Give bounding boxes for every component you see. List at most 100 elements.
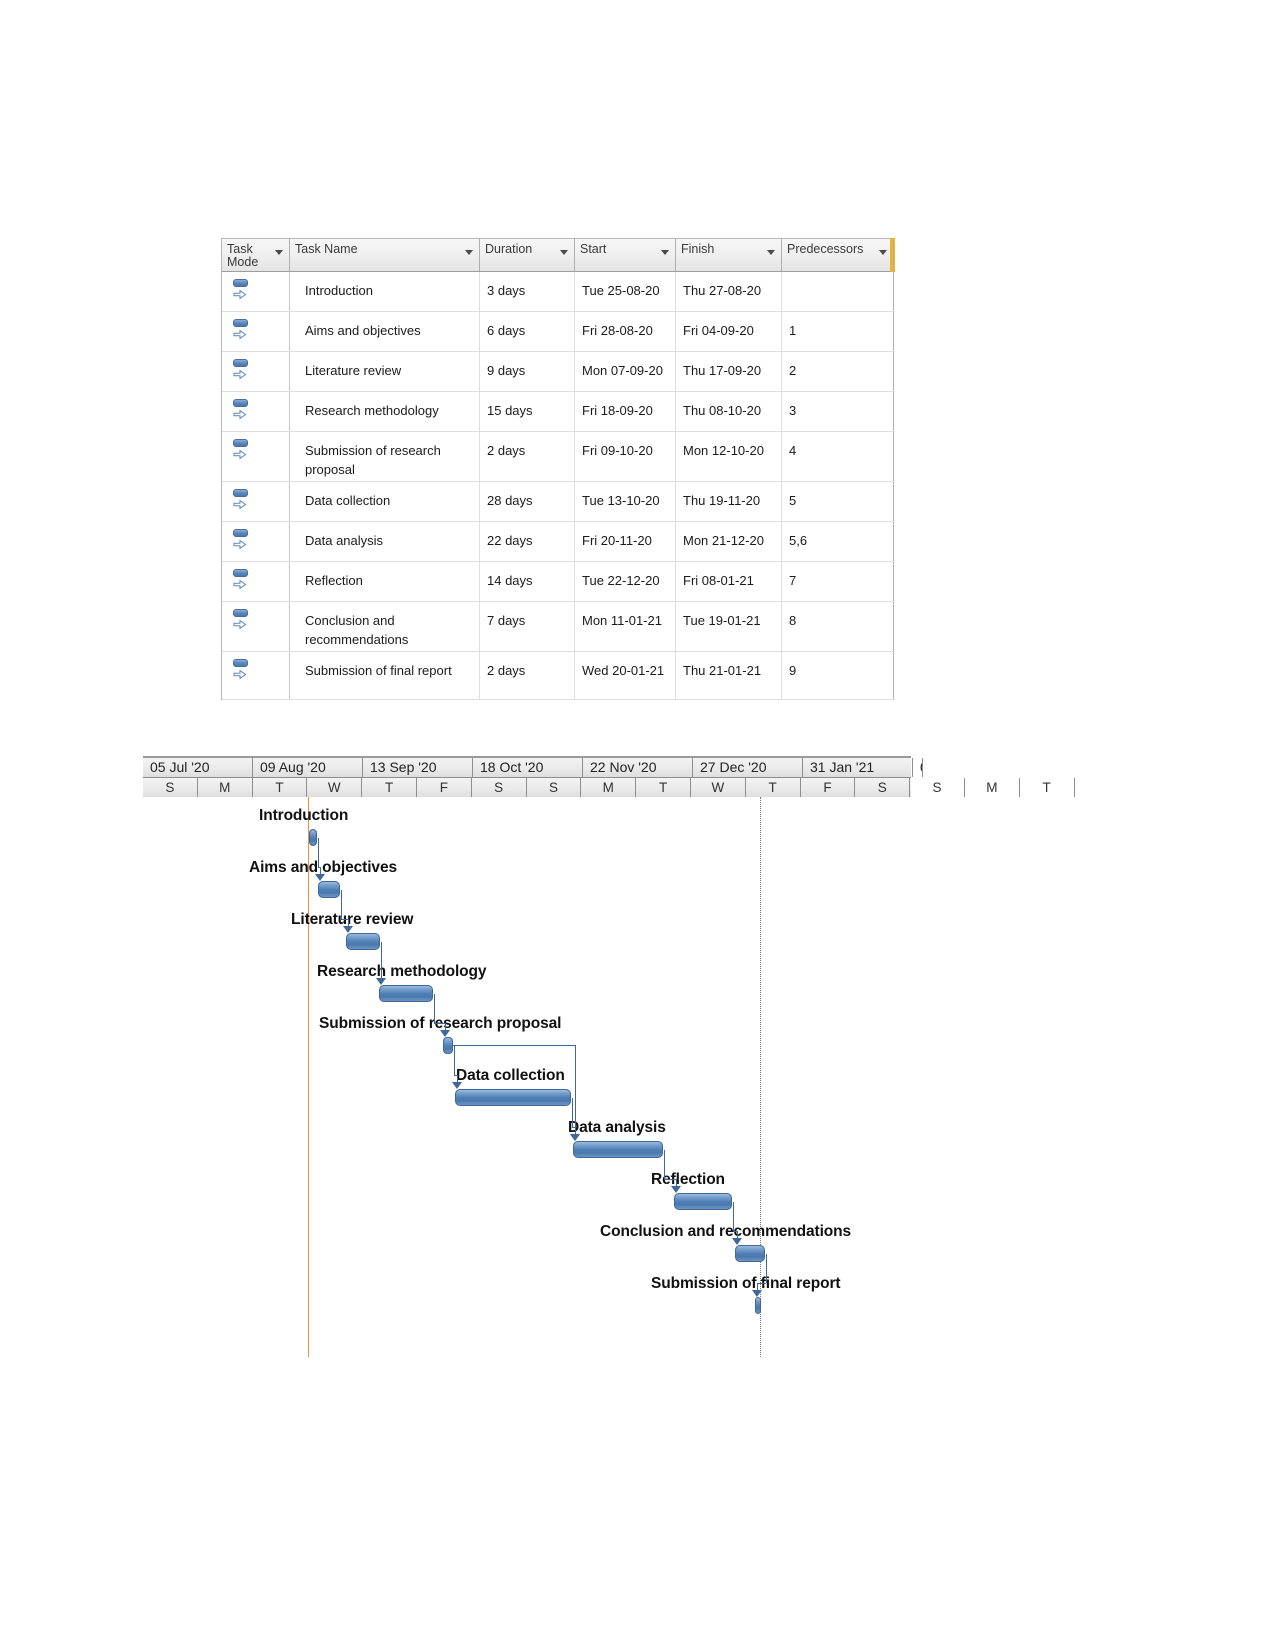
cell-finish[interactable]: Thu 19-11-20 (676, 482, 782, 521)
cell-task-mode[interactable] (222, 352, 290, 391)
gantt-bar[interactable] (379, 985, 433, 1002)
cell-finish[interactable]: Fri 08-01-21 (676, 562, 782, 601)
cell-start[interactable]: Mon 07-09-20 (575, 352, 676, 391)
cell-task-name[interactable]: Introduction (290, 272, 480, 311)
cell-task-name[interactable]: Aims and objectives (290, 312, 480, 351)
table-row[interactable]: Data analysis 22 days Fri 20-11-20 Mon 21-1… (222, 522, 895, 562)
cell-task-name[interactable]: Data collection (290, 482, 480, 521)
cell-task-mode[interactable] (222, 392, 290, 431)
cell-task-name[interactable]: Research methodology (290, 392, 480, 431)
column-header-predecessors[interactable]: Predecessors (782, 239, 894, 271)
table-row[interactable]: Data collection 28 days Tue 13-10-20 Thu 19… (222, 482, 895, 522)
cell-finish[interactable]: Thu 08-10-20 (676, 392, 782, 431)
cell-duration[interactable]: 15 days (480, 392, 575, 431)
cell-task-mode[interactable] (222, 522, 290, 561)
cell-start[interactable]: Wed 20-01-21 (575, 652, 676, 699)
task-mode-arrow-icon (233, 329, 247, 340)
cell-start[interactable]: Tue 22-12-20 (575, 562, 676, 601)
gantt-bar[interactable] (674, 1193, 732, 1210)
table-row[interactable]: Literature review 9 days Mon 07-09-20 Thu 1… (222, 352, 895, 392)
cell-duration[interactable]: 14 days (480, 562, 575, 601)
cell-finish[interactable]: Thu 27-08-20 (676, 272, 782, 311)
chevron-down-icon[interactable] (660, 246, 671, 257)
cell-finish[interactable]: Thu 17-09-20 (676, 352, 782, 391)
cell-predecessors[interactable]: 5 (782, 482, 894, 521)
timescale-month-cell: 27 Dec '20 (693, 758, 803, 777)
cell-start[interactable]: Fri 20-11-20 (575, 522, 676, 561)
cell-start[interactable]: Fri 09-10-20 (575, 432, 676, 481)
cell-duration[interactable]: 28 days (480, 482, 575, 521)
chevron-down-icon[interactable] (766, 246, 777, 257)
cell-task-mode[interactable] (222, 602, 290, 651)
cell-predecessors[interactable]: 2 (782, 352, 894, 391)
table-row[interactable]: Research methodology 15 days Fri 18-09-20 T… (222, 392, 895, 432)
column-header-duration[interactable]: Duration (480, 239, 575, 271)
cell-predecessors[interactable]: 8 (782, 602, 894, 651)
cell-task-name[interactable]: Data analysis (290, 522, 480, 561)
table-row[interactable]: Reflection 14 days Tue 22-12-20 Fri 08-01-2… (222, 562, 895, 602)
cell-start[interactable]: Fri 18-09-20 (575, 392, 676, 431)
chevron-down-icon[interactable] (464, 246, 475, 257)
cell-task-mode[interactable] (222, 652, 290, 699)
cell-duration[interactable]: 7 days (480, 602, 575, 651)
cell-task-mode[interactable] (222, 562, 290, 601)
cell-predecessors[interactable]: 5,6 (782, 522, 894, 561)
cell-start[interactable]: Tue 13-10-20 (575, 482, 676, 521)
gantt-chart: 05 Jul '20 09 Aug '20 13 Sep '20 18 Oct '20… (143, 756, 1075, 1357)
chevron-down-icon[interactable] (559, 246, 570, 257)
gantt-plot-area: Introduction Aims and objectives Literatur… (143, 797, 911, 1357)
gantt-bar-label: Submission of final report (651, 1275, 841, 1292)
task-mode-arrow-icon (233, 669, 247, 680)
cell-finish[interactable]: Fri 04-09-20 (676, 312, 782, 351)
cell-finish[interactable]: Tue 19-01-21 (676, 602, 782, 651)
task-mode-pill (233, 529, 248, 537)
task-mode-pill (233, 359, 248, 367)
table-row[interactable]: Introduction 3 days Tue 25-08-20 Thu 27-08-… (222, 272, 895, 312)
table-row[interactable]: Aims and objectives 6 days Fri 28-08-20 Fri… (222, 312, 895, 352)
cell-task-name[interactable]: Literature review (290, 352, 480, 391)
cell-predecessors[interactable]: 7 (782, 562, 894, 601)
cell-finish[interactable]: Mon 21-12-20 (676, 522, 782, 561)
cell-duration[interactable]: 2 days (480, 432, 575, 481)
task-mode-pill (233, 609, 248, 617)
cell-duration[interactable]: 2 days (480, 652, 575, 699)
column-header-finish-label: Finish (681, 242, 715, 256)
cell-start[interactable]: Fri 28-08-20 (575, 312, 676, 351)
cell-task-mode[interactable] (222, 272, 290, 311)
column-header-start[interactable]: Start (575, 239, 676, 271)
cell-finish[interactable]: Thu 21-01-21 (676, 652, 782, 699)
gantt-dependency-link (315, 836, 325, 891)
cell-finish[interactable]: Mon 12-10-20 (676, 432, 782, 481)
cell-task-mode[interactable] (222, 312, 290, 351)
cell-task-name[interactable]: Submission of research proposal (290, 432, 480, 481)
cell-predecessors[interactable]: 4 (782, 432, 894, 481)
cell-task-name[interactable]: Submission of final report (290, 652, 480, 699)
cell-duration[interactable]: 22 days (480, 522, 575, 561)
timescale-day-cell: S (855, 778, 911, 797)
cell-start[interactable]: Tue 25-08-20 (575, 272, 676, 311)
chevron-down-icon[interactable] (878, 246, 889, 257)
cell-predecessors[interactable]: 9 (782, 652, 894, 699)
cell-start[interactable]: Mon 11-01-21 (575, 602, 676, 651)
gantt-timescale-days: SMTWTFSSMTWTFSSMT (143, 778, 1075, 798)
table-row[interactable]: Submission of final report 2 days Wed 20-0… (222, 652, 895, 700)
cell-duration[interactable]: 6 days (480, 312, 575, 351)
column-header-task-mode-line2: Mode (227, 255, 259, 269)
cell-duration[interactable]: 9 days (480, 352, 575, 391)
chevron-down-icon[interactable] (274, 246, 285, 257)
cell-predecessors[interactable]: 3 (782, 392, 894, 431)
cell-task-name[interactable]: Conclusion and recommendations (290, 602, 480, 651)
column-header-finish[interactable]: Finish (676, 239, 782, 271)
cell-task-name[interactable]: Reflection (290, 562, 480, 601)
table-row[interactable]: Conclusion and recommendations 7 days Mon … (222, 602, 895, 652)
cell-predecessors[interactable]: 1 (782, 312, 894, 351)
column-header-task-name[interactable]: Task Name (290, 239, 480, 271)
cell-predecessors[interactable] (782, 272, 894, 311)
gantt-bar[interactable] (573, 1141, 663, 1158)
task-mode-arrow-icon (233, 289, 247, 300)
column-header-task-mode[interactable]: Task Mode (222, 239, 290, 271)
cell-task-mode[interactable] (222, 432, 290, 481)
cell-task-mode[interactable] (222, 482, 290, 521)
table-row[interactable]: Submission of research proposal 2 days Fri… (222, 432, 895, 482)
cell-duration[interactable]: 3 days (480, 272, 575, 311)
